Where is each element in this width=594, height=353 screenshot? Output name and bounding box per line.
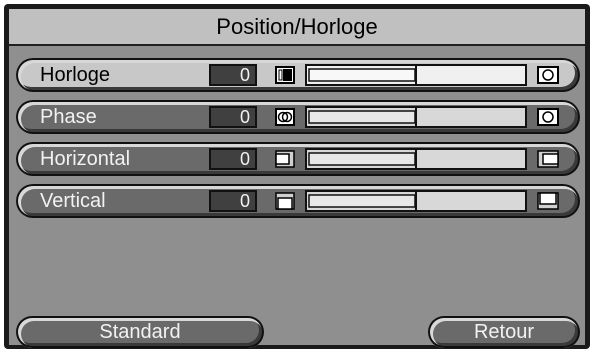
shift-right-icon — [537, 150, 559, 168]
horizontal-slider[interactable] — [305, 148, 527, 170]
row-phase[interactable]: Phase 0 — [16, 100, 580, 134]
row-label-horizontal: Horizontal — [40, 148, 131, 170]
value-horizontal: 0 — [209, 148, 257, 170]
standard-button[interactable]: Standard — [16, 316, 264, 348]
value-vertical: 0 — [209, 190, 257, 212]
value-horloge: 0 — [209, 64, 257, 86]
slider-fill — [308, 110, 416, 124]
shift-left-icon — [275, 150, 295, 168]
clock-wide-icon — [537, 66, 559, 84]
row-vertical[interactable]: Vertical 0 — [16, 184, 580, 218]
row-label-phase: Phase — [40, 106, 97, 128]
shift-down-icon — [275, 192, 295, 210]
value-phase: 0 — [209, 106, 257, 128]
vertical-slider[interactable] — [305, 190, 527, 212]
shift-up-icon — [537, 192, 559, 210]
phase-blur-icon — [275, 108, 295, 126]
clock-narrow-icon — [275, 66, 295, 84]
slider-fill — [308, 152, 416, 166]
row-label-vertical: Vertical — [40, 190, 106, 212]
phase-sharp-icon — [537, 108, 559, 126]
phase-slider[interactable] — [305, 106, 527, 128]
row-horizontal[interactable]: Horizontal 0 — [16, 142, 580, 176]
row-label-horloge: Horloge — [40, 64, 111, 86]
slider-fill — [308, 68, 416, 82]
window-title: Position/Horloge — [9, 9, 585, 46]
slider-fill — [308, 194, 416, 208]
row-horloge[interactable]: Horloge 0 — [16, 58, 580, 92]
horloge-slider[interactable] — [305, 64, 527, 86]
retour-button[interactable]: Retour — [428, 316, 580, 348]
